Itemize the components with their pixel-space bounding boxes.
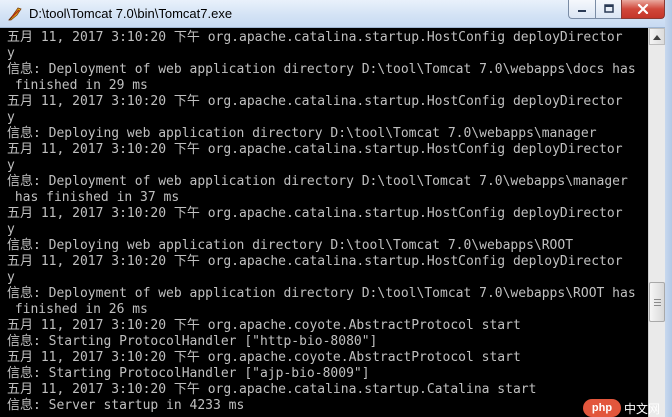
- watermark-text: 中文网: [624, 402, 661, 416]
- console-line: 五月 11, 2017 3:10:20 下午 org.apache.catali…: [7, 206, 623, 221]
- close-button[interactable]: [621, 0, 665, 19]
- console-line: 信息: Deploying web application directory …: [7, 238, 574, 253]
- tomcat-feather-icon[interactable]: [7, 6, 23, 22]
- console-line: 五月 11, 2017 3:10:20 下午 org.apache.catali…: [7, 142, 623, 157]
- grip-line: [654, 299, 661, 300]
- console-line: 信息: Deployment of web application direct…: [7, 62, 636, 77]
- chevron-up-icon: [653, 34, 661, 40]
- close-icon: [637, 4, 649, 14]
- window-frame-right[interactable]: [665, 0, 672, 417]
- window-title: D:\tool\Tomcat 7.0\bin\Tomcat7.exe: [29, 6, 233, 21]
- title-bar[interactable]: D:\tool\Tomcat 7.0\bin\Tomcat7.exe: [0, 0, 672, 28]
- vertical-scrollbar[interactable]: [648, 28, 665, 417]
- minimize-icon: [578, 10, 586, 12]
- console-line: 信息: Deploying web application directory …: [7, 126, 597, 141]
- console-line: 五月 11, 2017 3:10:20 下午 org.apache.catali…: [7, 254, 623, 269]
- console-line: 信息: Server startup in 4233 ms: [7, 398, 245, 413]
- grip-line: [654, 305, 661, 306]
- console-line: 五月 11, 2017 3:10:20 下午 org.apache.coyote…: [7, 318, 521, 333]
- scroll-up-button[interactable]: [649, 28, 665, 45]
- console-line: 信息: Deployment of web application direct…: [7, 174, 628, 189]
- maximize-icon: [603, 4, 614, 13]
- console-window: D:\tool\Tomcat 7.0\bin\Tomcat7.exe 五月 11…: [0, 0, 672, 417]
- console-line: has finished in 37 ms: [7, 190, 180, 205]
- console-output[interactable]: 五月 11, 2017 3:10:20 下午 org.apache.catali…: [0, 28, 655, 417]
- console-line: finished in 26 ms: [7, 302, 148, 317]
- console-line: 信息: Starting ProtocolHandler ["ajp-bio-8…: [7, 366, 370, 381]
- console-line: finished in 29 ms: [7, 78, 148, 93]
- watermark-badge: php: [583, 399, 621, 417]
- console-line: 五月 11, 2017 3:10:20 下午 org.apache.catali…: [7, 382, 537, 397]
- console-line: y: [7, 158, 15, 173]
- grip-line: [654, 302, 661, 303]
- scroll-thumb[interactable]: [649, 282, 665, 322]
- console-line: 五月 11, 2017 3:10:20 下午 org.apache.catali…: [7, 30, 623, 45]
- console-line: y: [7, 46, 15, 61]
- console-line: 五月 11, 2017 3:10:20 下午 org.apache.coyote…: [7, 350, 521, 365]
- maximize-button[interactable]: [595, 0, 621, 19]
- caption-buttons: [568, 0, 665, 19]
- console-line: y: [7, 110, 15, 125]
- console-line: 五月 11, 2017 3:10:20 下午 org.apache.catali…: [7, 94, 623, 109]
- console-line: y: [7, 270, 15, 285]
- console-line: 信息: Deployment of web application direct…: [7, 286, 636, 301]
- minimize-button[interactable]: [568, 0, 595, 19]
- console-line: 信息: Starting ProtocolHandler ["http-bio-…: [7, 334, 378, 349]
- console-line: y: [7, 222, 15, 237]
